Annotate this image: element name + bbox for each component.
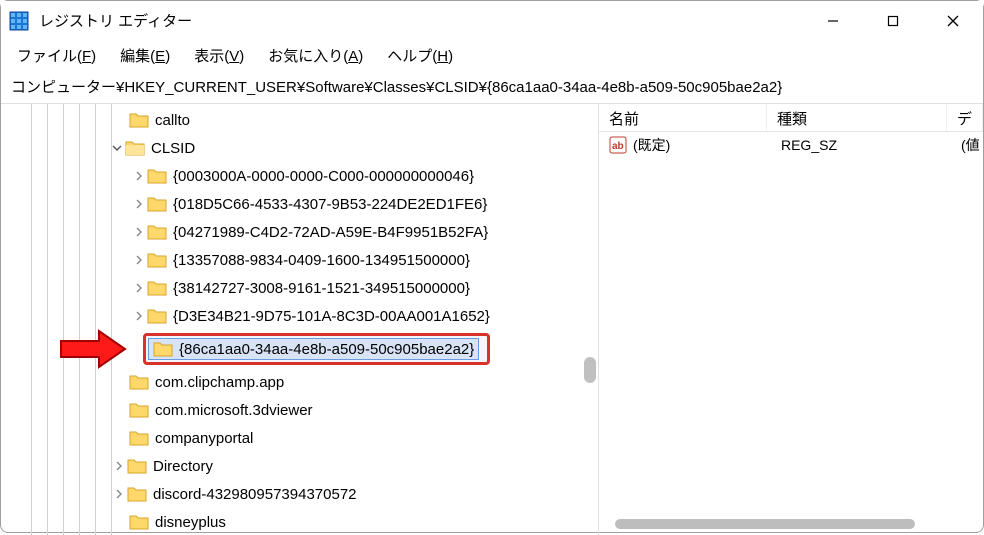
horizontal-scrollbar[interactable] [613, 519, 963, 531]
main-area: callto CLSID {0003000A-0000-0000-C000-00… [1, 104, 983, 535]
list-header: 名前 種類 デ [599, 104, 983, 132]
tree-item[interactable]: discord-432980957394370572 [1, 480, 598, 508]
address-bar[interactable]: コンピューター¥HKEY_CURRENT_USER¥Software¥Class… [1, 72, 983, 104]
tree-item[interactable]: {0003000A-0000-0000-C000-000000000046} [1, 162, 598, 190]
folder-icon [147, 307, 167, 325]
value-data: (値 [961, 135, 983, 155]
tree-item-label: com.clipchamp.app [155, 374, 284, 391]
folder-icon [147, 223, 167, 241]
tree-item-clsid[interactable]: CLSID [1, 134, 598, 162]
tree-item-label: {04271989-C4D2-72AD-A59E-B4F9951B52FA} [173, 224, 488, 241]
tree-pane[interactable]: callto CLSID {0003000A-0000-0000-C000-00… [1, 104, 599, 535]
folder-icon [153, 340, 173, 358]
folder-icon [129, 373, 149, 391]
tree-item-label: com.microsoft.3dviewer [155, 402, 313, 419]
tree-item[interactable]: companyportal [1, 424, 598, 452]
folder-icon [129, 401, 149, 419]
chevron-right-icon[interactable] [131, 280, 147, 296]
chevron-right-icon[interactable] [131, 308, 147, 324]
regedit-icon [9, 11, 29, 31]
tree-item-label: disneyplus [155, 514, 226, 531]
tree-item[interactable]: {04271989-C4D2-72AD-A59E-B4F9951B52FA} [1, 218, 598, 246]
scrollbar-thumb[interactable] [584, 357, 596, 383]
folder-icon [147, 195, 167, 213]
tree-item-callto[interactable]: callto [1, 106, 598, 134]
maximize-button[interactable] [863, 1, 923, 41]
chevron-right-icon[interactable] [131, 224, 147, 240]
menu-file[interactable]: ファイル(F) [7, 43, 106, 68]
tree-item-label: callto [155, 112, 190, 129]
menu-favorites[interactable]: お気に入り(A) [258, 43, 373, 68]
tree-item[interactable]: {D3E34B21-9D75-101A-8C3D-00AA001A1652} [1, 302, 598, 330]
tree-item-label: {D3E34B21-9D75-101A-8C3D-00AA001A1652} [173, 308, 490, 325]
tree-item[interactable]: {018D5C66-4533-4307-9B53-224DE2ED1FE6} [1, 190, 598, 218]
folder-icon [147, 167, 167, 185]
titlebar: レジストリ エディター [1, 1, 983, 41]
col-header-type[interactable]: 種類 [767, 104, 947, 131]
chevron-right-icon[interactable] [131, 168, 147, 184]
col-header-data[interactable]: デ [947, 104, 983, 131]
window-title: レジストリ エディター [39, 10, 192, 31]
menu-view[interactable]: 表示(V) [184, 43, 254, 68]
tree-item[interactable]: disneyplus [1, 508, 598, 535]
folder-icon [129, 513, 149, 531]
menu-edit[interactable]: 編集(E) [110, 43, 180, 68]
folder-icon [147, 251, 167, 269]
folder-icon [127, 485, 147, 503]
value-row[interactable]: ab (既定) REG_SZ (値 [599, 132, 983, 158]
tree-item[interactable]: com.clipchamp.app [1, 368, 598, 396]
tree-item-label: {018D5C66-4533-4307-9B53-224DE2ED1FE6} [173, 196, 487, 213]
tree-item-label: {86ca1aa0-34aa-4e8b-a509-50c905bae2a2} [179, 341, 474, 358]
tree-item[interactable]: com.microsoft.3dviewer [1, 396, 598, 424]
folder-open-icon [125, 139, 145, 157]
folder-icon [129, 111, 149, 129]
tree-item-label: companyportal [155, 430, 253, 447]
close-button[interactable] [923, 1, 983, 41]
chevron-right-icon[interactable] [131, 252, 147, 268]
chevron-right-icon[interactable] [131, 196, 147, 212]
value-type: REG_SZ [781, 137, 961, 153]
tree-item-label: discord-432980957394370572 [153, 486, 357, 503]
value-name: (既定) [633, 135, 781, 155]
chevron-right-icon[interactable] [111, 458, 127, 474]
minimize-button[interactable] [803, 1, 863, 41]
string-value-icon: ab [609, 136, 627, 154]
tree-item[interactable]: Directory [1, 452, 598, 480]
tree-item-label: {38142727-3008-9161-1521-349515000000} [173, 280, 470, 297]
chevron-right-icon[interactable] [111, 486, 127, 502]
menubar: ファイル(F) 編集(E) 表示(V) お気に入り(A) ヘルプ(H) [1, 41, 983, 72]
folder-icon [127, 457, 147, 475]
tree-item-label: {13357088-9834-0409-1600-134951500000} [173, 252, 470, 269]
tree-item-label: CLSID [151, 140, 195, 157]
chevron-down-icon[interactable] [109, 140, 125, 156]
values-pane: 名前 種類 デ ab (既定) REG_SZ (値 [599, 104, 983, 535]
tree-item-label: Directory [153, 458, 213, 475]
menu-help[interactable]: ヘルプ(H) [377, 43, 463, 68]
svg-text:ab: ab [612, 141, 624, 152]
scrollbar-thumb[interactable] [615, 519, 915, 529]
arrow-callout-icon [59, 329, 129, 369]
tree-item-label: {0003000A-0000-0000-C000-000000000046} [173, 168, 474, 185]
folder-icon [129, 429, 149, 447]
col-header-name[interactable]: 名前 [599, 104, 767, 131]
folder-icon [147, 279, 167, 297]
tree-item[interactable]: {13357088-9834-0409-1600-134951500000} [1, 246, 598, 274]
tree-item[interactable]: {38142727-3008-9161-1521-349515000000} [1, 274, 598, 302]
